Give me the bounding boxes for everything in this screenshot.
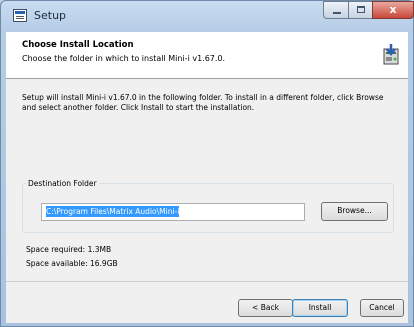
destination-path-selection: C:\Program Files\Matrix Audio\Mini-i — [46, 206, 180, 217]
destination-group-label: Destination Folder — [26, 179, 99, 188]
browse-button[interactable]: Browse... — [321, 202, 388, 221]
maximize-button[interactable] — [348, 1, 373, 19]
setup-window: Setup x Choose Install Location Choose t… — [0, 0, 414, 327]
wizard-body: Setup will install Mini-i v1.67.0 in the… — [6, 79, 408, 323]
cancel-button[interactable]: Cancel — [360, 299, 404, 317]
page-title: Choose Install Location — [22, 40, 134, 50]
title-bar[interactable]: Setup x — [1, 1, 414, 31]
minimize-button[interactable] — [323, 1, 349, 19]
close-button[interactable]: x — [372, 1, 414, 19]
window-title: Setup — [34, 9, 67, 22]
install-button[interactable]: Install — [292, 299, 348, 317]
minimize-icon — [333, 12, 341, 14]
destination-folder-input[interactable]: C:\Program Files\Matrix Audio\Mini-i — [41, 203, 305, 221]
page-subtitle: Choose the folder in which to install Mi… — [22, 54, 226, 63]
footer-divider — [6, 281, 408, 282]
maximize-icon — [357, 6, 365, 13]
back-button[interactable]: < Back — [238, 299, 293, 317]
space-available-text: Space available: 16.9GB — [26, 259, 118, 268]
space-required-text: Space required: 1.3MB — [26, 245, 112, 254]
wizard-header: Choose Install Location Choose the folde… — [6, 32, 408, 79]
instructions-text: Setup will install Mini-i v1.67.0 in the… — [22, 93, 384, 112]
app-icon[interactable] — [13, 9, 27, 22]
installer-icon — [383, 44, 399, 65]
